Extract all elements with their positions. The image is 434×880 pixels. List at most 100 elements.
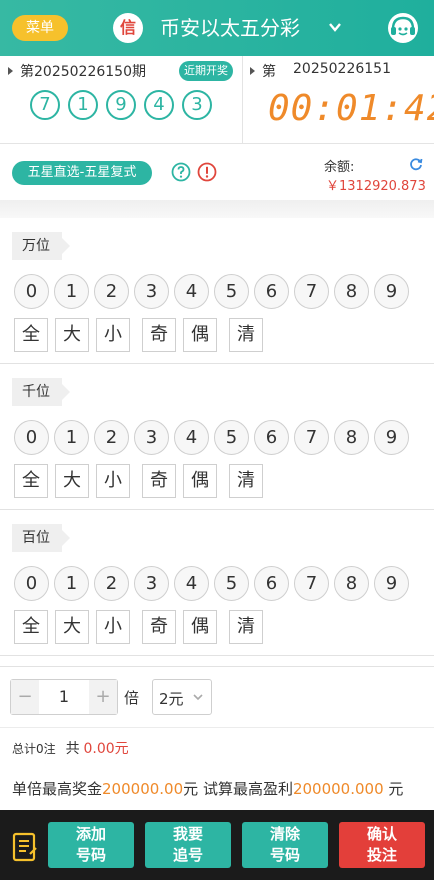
winning-ball: 4	[144, 90, 174, 120]
clear-numbers-button[interactable]: 清除 号码	[242, 822, 328, 868]
max-prize-unit: 元	[183, 780, 199, 798]
triangle-right-icon	[250, 67, 255, 75]
number-ball[interactable]: 3	[134, 274, 169, 309]
number-row: 0 1 2 3 4 5 6 7 8 9	[14, 566, 409, 601]
select-small-button[interactable]: 小	[96, 318, 130, 352]
clear-selection-button[interactable]: 清	[229, 318, 263, 352]
number-ball[interactable]: 8	[334, 566, 369, 601]
number-ball[interactable]: 9	[374, 566, 409, 601]
number-ball[interactable]: 2	[94, 566, 129, 601]
menu-button[interactable]: 菜单	[12, 15, 68, 41]
play-type-row: 五星直选-五星复式 余额: ￥1312920.873	[0, 145, 434, 200]
number-ball[interactable]: 3	[134, 420, 169, 455]
increment-button[interactable]: +	[89, 680, 117, 714]
select-all-button[interactable]: 全	[14, 318, 48, 352]
action-footer: 添加 号码 我要 追号 清除 号码 确认 投注	[0, 810, 434, 880]
unit-select-value: 2元	[159, 690, 184, 708]
max-profit-label: 试算最高盈利	[202, 780, 293, 798]
next-issue-prefix: 第	[262, 64, 276, 80]
number-ball[interactable]: 1	[54, 566, 89, 601]
multiplier-stepper: − 1 +	[10, 679, 118, 715]
select-odd-button[interactable]: 奇	[142, 464, 176, 498]
quick-select-row: 全 大 小 奇 偶 清	[14, 318, 270, 352]
number-ball[interactable]: 9	[374, 420, 409, 455]
max-profit-value: 200000.000	[292, 780, 384, 798]
number-ball[interactable]: 1	[54, 420, 89, 455]
chevron-down-icon	[193, 694, 203, 701]
number-ball[interactable]: 4	[174, 274, 209, 309]
confirm-bet-label: 投注	[366, 846, 397, 864]
max-prize-label: 单倍最高奖金	[12, 780, 103, 798]
winning-numbers: 7 1 9 4 3	[30, 90, 212, 120]
triangle-right-icon	[8, 67, 13, 75]
number-ball[interactable]: 0	[14, 274, 49, 309]
customer-service-icon[interactable]	[386, 11, 420, 45]
number-ball[interactable]: 7	[294, 566, 329, 601]
number-ball[interactable]: 2	[94, 420, 129, 455]
select-odd-button[interactable]: 奇	[142, 318, 176, 352]
number-ball[interactable]: 5	[214, 274, 249, 309]
number-ball[interactable]: 6	[254, 274, 289, 309]
number-ball[interactable]: 0	[14, 566, 49, 601]
select-big-button[interactable]: 大	[55, 464, 89, 498]
clear-numbers-label: 号码	[269, 846, 300, 864]
balance-value: ￥1312920.873	[326, 179, 426, 194]
page-title[interactable]: 币安以太五分彩	[160, 13, 300, 43]
winning-ball: 1	[68, 90, 98, 120]
clear-selection-button[interactable]: 清	[229, 610, 263, 644]
number-ball[interactable]: 8	[334, 274, 369, 309]
select-big-button[interactable]: 大	[55, 318, 89, 352]
winning-ball: 7	[30, 90, 60, 120]
chase-number-label: 我要	[172, 825, 203, 843]
chevron-down-icon[interactable]	[328, 20, 342, 34]
number-ball[interactable]: 6	[254, 566, 289, 601]
add-numbers-button[interactable]: 添加 号码	[48, 822, 134, 868]
select-odd-button[interactable]: 奇	[142, 610, 176, 644]
select-even-button[interactable]: 偶	[183, 318, 217, 352]
number-row: 0 1 2 3 4 5 6 7 8 9	[14, 274, 409, 309]
recent-draws-button[interactable]: 近期开奖	[179, 61, 233, 81]
clear-selection-button[interactable]: 清	[229, 464, 263, 498]
number-ball[interactable]: 4	[174, 420, 209, 455]
select-even-button[interactable]: 偶	[183, 610, 217, 644]
select-small-button[interactable]: 小	[96, 610, 130, 644]
number-ball[interactable]: 7	[294, 274, 329, 309]
number-ball[interactable]: 5	[214, 566, 249, 601]
section-label: 百位	[12, 524, 70, 552]
number-ball[interactable]: 3	[134, 566, 169, 601]
number-ball[interactable]: 2	[94, 274, 129, 309]
select-small-button[interactable]: 小	[96, 464, 130, 498]
help-icon[interactable]	[171, 162, 191, 182]
multiplier-input[interactable]: 1	[39, 680, 89, 714]
select-all-button[interactable]: 全	[14, 464, 48, 498]
refresh-icon[interactable]	[409, 157, 423, 171]
number-ball[interactable]: 6	[254, 420, 289, 455]
number-ball[interactable]: 4	[174, 566, 209, 601]
play-type-button[interactable]: 五星直选-五星复式	[12, 161, 152, 185]
number-ball[interactable]: 9	[374, 274, 409, 309]
number-ball[interactable]: 0	[14, 420, 49, 455]
warning-icon[interactable]	[197, 162, 217, 182]
number-ball[interactable]: 8	[334, 420, 369, 455]
chase-number-label: 追号	[172, 846, 203, 864]
total-bets: 总计0注	[12, 742, 56, 756]
unit-select[interactable]: 2元	[152, 679, 212, 715]
decrement-button[interactable]: −	[11, 680, 39, 714]
confirm-bet-button[interactable]: 确认 投注	[339, 822, 425, 868]
app-header: 菜单 信 币安以太五分彩	[0, 0, 434, 56]
chase-number-button[interactable]: 我要 追号	[145, 822, 231, 868]
xin-badge: 信	[113, 13, 143, 43]
next-issue: 20250226151	[293, 61, 391, 77]
number-ball[interactable]: 1	[54, 274, 89, 309]
number-row: 0 1 2 3 4 5 6 7 8 9	[14, 420, 409, 455]
digit-section-qian: 千位 0 1 2 3 4 5 6 7 8 9 全 大 小 奇 偶 清	[0, 364, 434, 510]
select-even-button[interactable]: 偶	[183, 464, 217, 498]
select-all-button[interactable]: 全	[14, 610, 48, 644]
select-big-button[interactable]: 大	[55, 610, 89, 644]
list-icon[interactable]	[12, 832, 38, 862]
number-ball[interactable]: 5	[214, 420, 249, 455]
draw-info: 第20250226150期 近期开奖 7 1 9 4 3 第 202502261…	[0, 56, 434, 144]
add-numbers-label: 号码	[75, 846, 106, 864]
number-ball[interactable]: 7	[294, 420, 329, 455]
divider	[242, 56, 243, 144]
